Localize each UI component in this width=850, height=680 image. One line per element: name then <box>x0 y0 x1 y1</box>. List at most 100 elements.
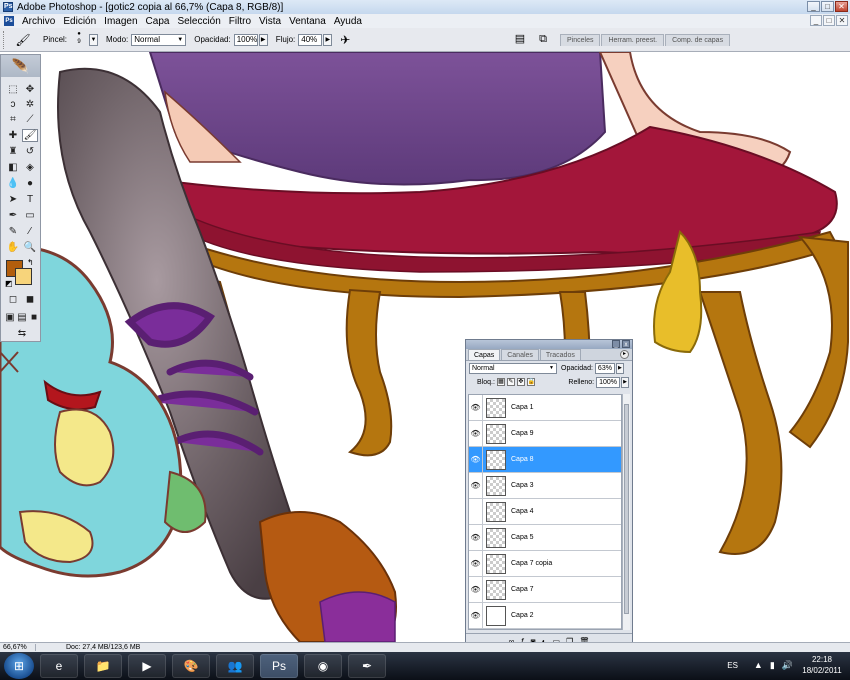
brush-picker[interactable]: ● 9 <box>70 30 88 50</box>
layer-thumbnail[interactable] <box>486 423 506 444</box>
lock-all-icon[interactable]: 🔒 <box>526 378 535 386</box>
tab-paths[interactable]: Tracados <box>539 349 581 360</box>
pen-tool-icon[interactable]: ✒ <box>5 209 21 222</box>
maximize-button[interactable]: □ <box>821 1 834 12</box>
taskbar-feather-icon[interactable]: ✒ <box>348 654 386 678</box>
layer-thumbnail[interactable] <box>486 501 506 522</box>
opacity-input[interactable]: 100% <box>233 33 258 46</box>
layer-visibility-eye-icon[interactable]: 👁 <box>469 603 483 628</box>
paint-bucket-tool-icon[interactable]: ◈ <box>22 161 38 174</box>
layer-row[interactable]: 👁 Capa 7 <box>469 577 621 603</box>
lasso-tool-icon[interactable]: ↄ <box>5 98 21 111</box>
slice-tool-icon[interactable]: ⟋ <box>22 113 38 126</box>
history-brush-tool-icon[interactable]: ↺ <box>22 145 38 158</box>
layers-panel-titlebar[interactable]: _ x <box>466 340 632 349</box>
brush-picker-dropdown-icon[interactable]: ▼ <box>89 33 99 46</box>
layer-row[interactable]: 👁 Capa 7 copia <box>469 551 621 577</box>
eyedropper-tool-icon[interactable]: ⁄ <box>22 225 38 238</box>
type-tool-icon[interactable]: T <box>22 193 38 206</box>
clock[interactable]: 22:18 18/02/2011 <box>800 654 844 676</box>
menu-imagen[interactable]: Imagen <box>100 16 141 27</box>
dodge-tool-icon[interactable]: ● <box>22 177 38 190</box>
taskbar-paint-icon[interactable]: 🎨 <box>172 654 210 678</box>
menu-filtro[interactable]: Filtro <box>225 16 255 27</box>
shape-tool-icon[interactable]: ▭ <box>22 209 38 222</box>
quick-mask-mode-icon[interactable]: ◼ <box>22 293 38 306</box>
magic-wand-tool-icon[interactable]: ✲ <box>22 98 38 111</box>
menu-ventana[interactable]: Ventana <box>285 16 330 27</box>
document-icon[interactable]: Ps <box>4 16 14 26</box>
background-color-swatch[interactable] <box>15 268 32 285</box>
layer-thumbnail[interactable] <box>486 449 506 470</box>
layer-name[interactable]: Capa 1 <box>511 404 534 411</box>
layer-blend-mode-select[interactable]: Normal <box>469 362 557 374</box>
hand-tool-icon[interactable]: ✋ <box>5 241 21 254</box>
tray-chevron-icon[interactable]: ▲ <box>754 660 763 670</box>
menu-seleccion[interactable]: Selección <box>173 16 224 27</box>
healing-brush-tool-icon[interactable]: ✚ <box>5 129 21 142</box>
layer-thumbnail[interactable] <box>486 553 506 574</box>
fill-arrow-icon[interactable]: ▶ <box>621 376 629 388</box>
move-tool-icon[interactable]: ✥ <box>22 83 38 96</box>
menu-vista[interactable]: Vista <box>255 16 285 27</box>
layer-thumbnail[interactable] <box>486 475 506 496</box>
layer-row[interactable]: 👁 Capa 1 <box>469 395 621 421</box>
blur-tool-icon[interactable]: 💧 <box>5 177 21 190</box>
tab-channels[interactable]: Canales <box>501 349 539 360</box>
layer-name[interactable]: Capa 9 <box>511 430 534 437</box>
taskbar-messenger-icon[interactable]: 👥 <box>216 654 254 678</box>
document-canvas[interactable] <box>0 52 850 642</box>
layers-panel-minimize-icon[interactable]: _ <box>612 340 620 348</box>
layer-visibility-eye-icon[interactable] <box>469 499 483 524</box>
mode-select[interactable]: Normal <box>131 33 187 46</box>
zoom-tool-icon[interactable]: 🔍 <box>22 241 38 254</box>
layers-panel-close-icon[interactable]: x <box>622 340 630 348</box>
minimize-button[interactable]: _ <box>807 1 820 12</box>
lock-position-icon[interactable]: ✥ <box>516 378 525 386</box>
taskbar-media-player-icon[interactable]: ▶ <box>128 654 166 678</box>
full-screen-mode-icon[interactable]: ■ <box>26 311 42 324</box>
flow-slider-arrow-icon[interactable]: ▶ <box>323 33 333 46</box>
layer-opacity-input[interactable]: 63% <box>594 362 615 374</box>
jump-to-imageready-icon[interactable]: ⇆ <box>9 327 35 340</box>
layer-name[interactable]: Capa 4 <box>511 508 534 515</box>
layer-row[interactable]: 👁 Capa 3 <box>469 473 621 499</box>
standard-mode-icon[interactable]: ◻ <box>5 293 21 306</box>
doc-minimize-button[interactable]: _ <box>810 15 822 26</box>
file-browser-icon[interactable]: ▤ <box>513 32 527 46</box>
layer-visibility-eye-icon[interactable]: 👁 <box>469 525 483 550</box>
notes-tool-icon[interactable]: ✎ <box>5 225 21 238</box>
options-bar-grip[interactable] <box>3 30 7 49</box>
zoom-level[interactable]: 66,67% <box>0 644 36 651</box>
layer-name[interactable]: Capa 7 <box>511 586 534 593</box>
taskbar-photoshop-icon[interactable]: Ps <box>260 654 298 678</box>
layer-name[interactable]: Capa 2 <box>511 612 534 619</box>
swap-colors-icon[interactable]: ↰ <box>27 258 34 267</box>
layer-thumbnail[interactable] <box>486 397 506 418</box>
layer-opacity-arrow-icon[interactable]: ▶ <box>615 362 624 374</box>
layer-visibility-eye-icon[interactable]: 👁 <box>469 421 483 446</box>
taskbar-explorer-icon[interactable]: 📁 <box>84 654 122 678</box>
path-selection-tool-icon[interactable]: ➤ <box>5 193 21 206</box>
layer-name[interactable]: Capa 5 <box>511 534 534 541</box>
lock-pixels-icon[interactable]: ✎ <box>506 378 515 386</box>
layer-row[interactable]: 👁 Capa 5 <box>469 525 621 551</box>
layer-visibility-eye-icon[interactable]: 👁 <box>469 551 483 576</box>
tray-volume-icon[interactable]: 🔊 <box>782 660 793 671</box>
layer-visibility-eye-icon[interactable]: 👁 <box>469 447 483 472</box>
start-button-icon[interactable]: ⊞ <box>4 653 34 679</box>
layer-visibility-eye-icon[interactable]: 👁 <box>469 395 483 420</box>
tab-layers[interactable]: Capas <box>468 349 501 360</box>
layer-thumbnail[interactable] <box>486 605 506 626</box>
menu-ayuda[interactable]: Ayuda <box>330 16 366 27</box>
opacity-slider-arrow-icon[interactable]: ▶ <box>258 33 268 46</box>
doc-close-button[interactable]: ✕ <box>836 15 848 26</box>
tray-network-icon[interactable]: ▮ <box>770 660 775 671</box>
menu-archivo[interactable]: Archivo <box>18 16 59 27</box>
crop-tool-icon[interactable]: ⌗ <box>5 113 21 126</box>
palette-well-toggle-icon[interactable]: ⧉ <box>536 32 550 46</box>
fill-input[interactable]: 100% <box>596 376 620 388</box>
well-tab-layer-comps[interactable]: Comp. de capas <box>665 34 731 46</box>
tools-palette-header-icon[interactable]: 🪶 <box>1 55 40 77</box>
taskbar-chrome-icon[interactable]: ◉ <box>304 654 342 678</box>
